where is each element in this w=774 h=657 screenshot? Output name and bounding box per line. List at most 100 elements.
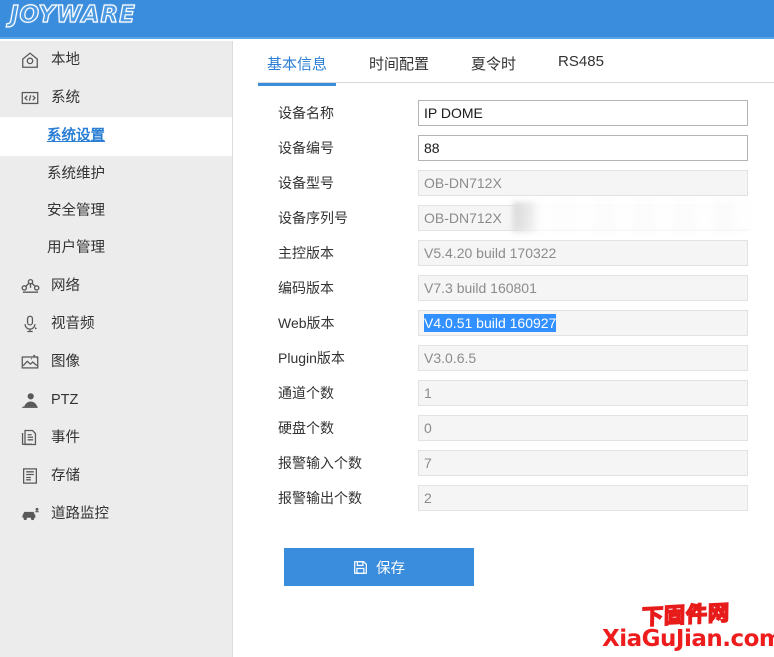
field-wrapper: V7.3 build 160801 xyxy=(418,274,774,301)
form-row: 设备序列号 OB-DN712X xyxy=(234,200,774,235)
tab-label: 时间配置 xyxy=(369,56,430,73)
floppy-disk-icon xyxy=(353,560,368,575)
sidebar-item-4[interactable]: 安全管理 xyxy=(0,193,232,230)
form-row: 硬盘个数 0 xyxy=(234,410,774,445)
save-button-label: 保存 xyxy=(376,560,405,577)
tab-label: 基本信息 xyxy=(267,56,328,73)
field-input: V3.0.6.5 xyxy=(418,344,748,371)
car-icon xyxy=(18,502,42,526)
tab-bar: 基本信息 时间配置 夏令时 RS485 xyxy=(258,41,774,86)
home-icon xyxy=(18,48,42,72)
tab-label: 夏令时 xyxy=(471,56,517,73)
field-input: 2 xyxy=(418,484,748,511)
field-input: 7 xyxy=(418,449,748,476)
sidebar-item-3[interactable]: 系统维护 xyxy=(0,156,232,193)
tab-1[interactable]: 时间配置 xyxy=(360,53,438,85)
sidebar-item-label: 图像 xyxy=(51,353,80,370)
field-label: 主控版本 xyxy=(278,244,334,261)
field-wrapper: OB-DN712X xyxy=(418,169,774,196)
sidebar-item-label: 视音频 xyxy=(51,315,95,332)
sidebar-item-10[interactable]: 事件 xyxy=(0,419,232,457)
selected-text: V4.0.51 build 160927 xyxy=(424,313,557,332)
field-label: 报警输入个数 xyxy=(278,454,362,471)
sidebar-item-label: 系统 xyxy=(51,89,80,106)
field-wrapper: IP DOME xyxy=(418,99,774,126)
sidebar-item-5[interactable]: 用户管理 xyxy=(0,230,232,267)
sidebar-item-label: 道路监控 xyxy=(51,505,109,522)
field-label: Plugin版本 xyxy=(278,349,345,366)
field-label: 设备序列号 xyxy=(278,209,348,226)
form-row: Web版本 V4.0.51 build 160927 xyxy=(234,305,774,340)
code-icon xyxy=(18,86,42,110)
field-wrapper: V4.0.51 build 160927 xyxy=(418,309,774,336)
field-input[interactable]: 88 xyxy=(418,134,748,161)
sidebar-item-label: 存储 xyxy=(51,467,80,484)
tab-label: RS485 xyxy=(558,53,604,70)
field-input: OB-DN712X xyxy=(418,204,748,231)
field-label: Web版本 xyxy=(278,314,335,331)
sidebar-item-7[interactable]: 视音频 xyxy=(0,305,232,343)
form-row: 设备型号 OB-DN712X xyxy=(234,165,774,200)
sidebar-nav: 本地系统系统设置系统维护安全管理用户管理网络视音频图像 PTZ 事件存储道路监控 xyxy=(0,41,233,657)
sidebar-item-label: 系统设置 xyxy=(47,128,105,145)
form-row: 报警输出个数 2 xyxy=(234,480,774,515)
tab-3[interactable]: RS485 xyxy=(549,53,613,81)
sidebar-item-1[interactable]: 系统 xyxy=(0,79,232,117)
documents-icon xyxy=(18,426,42,450)
sidebar-item-11[interactable]: 存储 xyxy=(0,457,232,495)
page-root: JOYWARE 本地系统系统设置系统维护安全管理用户管理网络视音频图像 PTZ 事件… xyxy=(0,0,774,657)
sidebar-item-0[interactable]: 本地 xyxy=(0,41,232,79)
field-input: 0 xyxy=(418,414,748,441)
field-wrapper: V5.4.20 build 170322 xyxy=(418,239,774,266)
sidebar-item-2[interactable]: 系统设置 xyxy=(0,117,232,156)
field-wrapper: V3.0.6.5 xyxy=(418,344,774,371)
form-row: 设备编号 88 xyxy=(234,130,774,165)
field-input[interactable]: IP DOME xyxy=(418,99,748,126)
field-label: 通道个数 xyxy=(278,384,334,401)
field-label: 设备名称 xyxy=(278,104,334,121)
field-wrapper: 2 xyxy=(418,484,774,511)
field-label: 硬盘个数 xyxy=(278,419,334,436)
sidebar-item-label: 网络 xyxy=(51,277,80,294)
person-icon xyxy=(18,388,42,412)
save-button-container: 保存 xyxy=(234,515,774,586)
network-icon xyxy=(18,274,42,298)
sidebar-item-label: 本地 xyxy=(51,51,80,68)
form-row: Plugin版本 V3.0.6.5 xyxy=(234,340,774,375)
field-wrapper: 88 xyxy=(418,134,774,161)
field-wrapper: OB-DN712X xyxy=(418,201,774,232)
sidebar-item-label: 系统维护 xyxy=(47,166,105,183)
field-input: V4.0.51 build 160927 xyxy=(418,309,748,336)
sidebar-item-label: 用户管理 xyxy=(47,240,105,257)
content-area: 基本信息 时间配置 夏令时 RS485 设备名称 IP DOME 设备编号 88 设备型号 OB… xyxy=(234,41,774,657)
app-header: JOYWARE xyxy=(0,0,774,39)
field-input: 1 xyxy=(418,379,748,406)
field-input: V5.4.20 build 170322 xyxy=(418,239,748,266)
image-icon xyxy=(18,350,42,374)
field-label: 编码版本 xyxy=(278,279,334,296)
sidebar-item-label: 事件 xyxy=(51,429,80,446)
field-label: 设备编号 xyxy=(278,139,334,156)
field-label: 设备型号 xyxy=(278,174,334,191)
sidebar-item-label: PTZ xyxy=(51,391,79,408)
device-info-form: 设备名称 IP DOME 设备编号 88 设备型号 OB-DN712X 设备序列号 OB-DN… xyxy=(234,83,774,515)
form-row: 通道个数 1 xyxy=(234,375,774,410)
storage-icon xyxy=(18,464,42,488)
field-wrapper: 1 xyxy=(418,379,774,406)
field-input: V7.3 build 160801 xyxy=(418,274,748,301)
sidebar-item-12[interactable]: 道路监控 xyxy=(0,495,232,533)
field-input: OB-DN712X xyxy=(418,169,748,196)
form-row: 主控版本 V5.4.20 build 170322 xyxy=(234,235,774,270)
tab-2[interactable]: 夏令时 xyxy=(462,53,525,85)
form-row: 编码版本 V7.3 build 160801 xyxy=(234,270,774,305)
save-button[interactable]: 保存 xyxy=(284,548,474,586)
field-label: 报警输出个数 xyxy=(278,489,362,506)
form-row: 设备名称 IP DOME xyxy=(234,95,774,130)
sidebar-item-8[interactable]: 图像 xyxy=(0,343,232,381)
form-row: 报警输入个数 7 xyxy=(234,445,774,480)
field-wrapper: 7 xyxy=(418,449,774,476)
field-wrapper: 0 xyxy=(418,414,774,441)
sidebar-item-9[interactable]: PTZ xyxy=(0,381,232,419)
sidebar-item-6[interactable]: 网络 xyxy=(0,267,232,305)
tab-0[interactable]: 基本信息 xyxy=(258,53,337,86)
